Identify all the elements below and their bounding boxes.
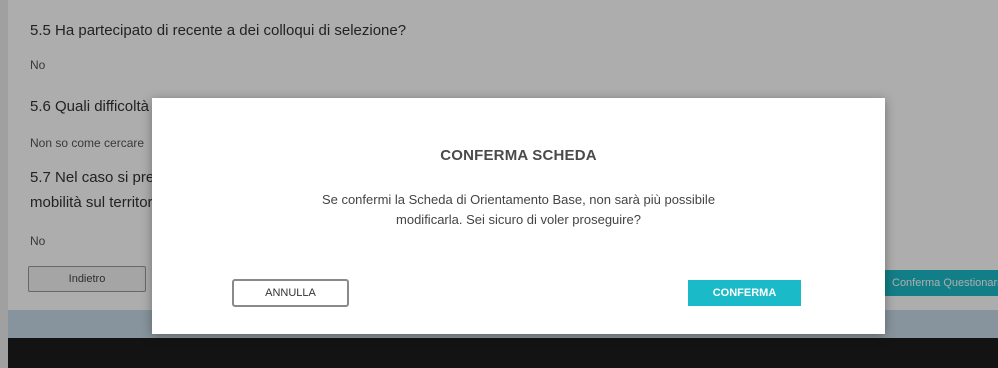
dialog-title: CONFERMA SCHEDA — [440, 147, 597, 164]
confirm-dialog: CONFERMA SCHEDA Se confermi la Scheda di… — [152, 98, 885, 334]
page: 5.5 Ha partecipato di recente a dei coll… — [0, 0, 998, 368]
dialog-message-line1: Se confermi la Scheda di Orientamento Ba… — [321, 192, 716, 207]
confirm-button[interactable]: CONFERMA — [688, 280, 801, 306]
dialog-message-line2: modificarla. Sei sicuro di voler prosegu… — [396, 212, 641, 227]
cancel-button[interactable]: ANNULLA — [232, 279, 349, 307]
dialog-message: Se confermi la Scheda di Orientamento Ba… — [212, 190, 825, 230]
